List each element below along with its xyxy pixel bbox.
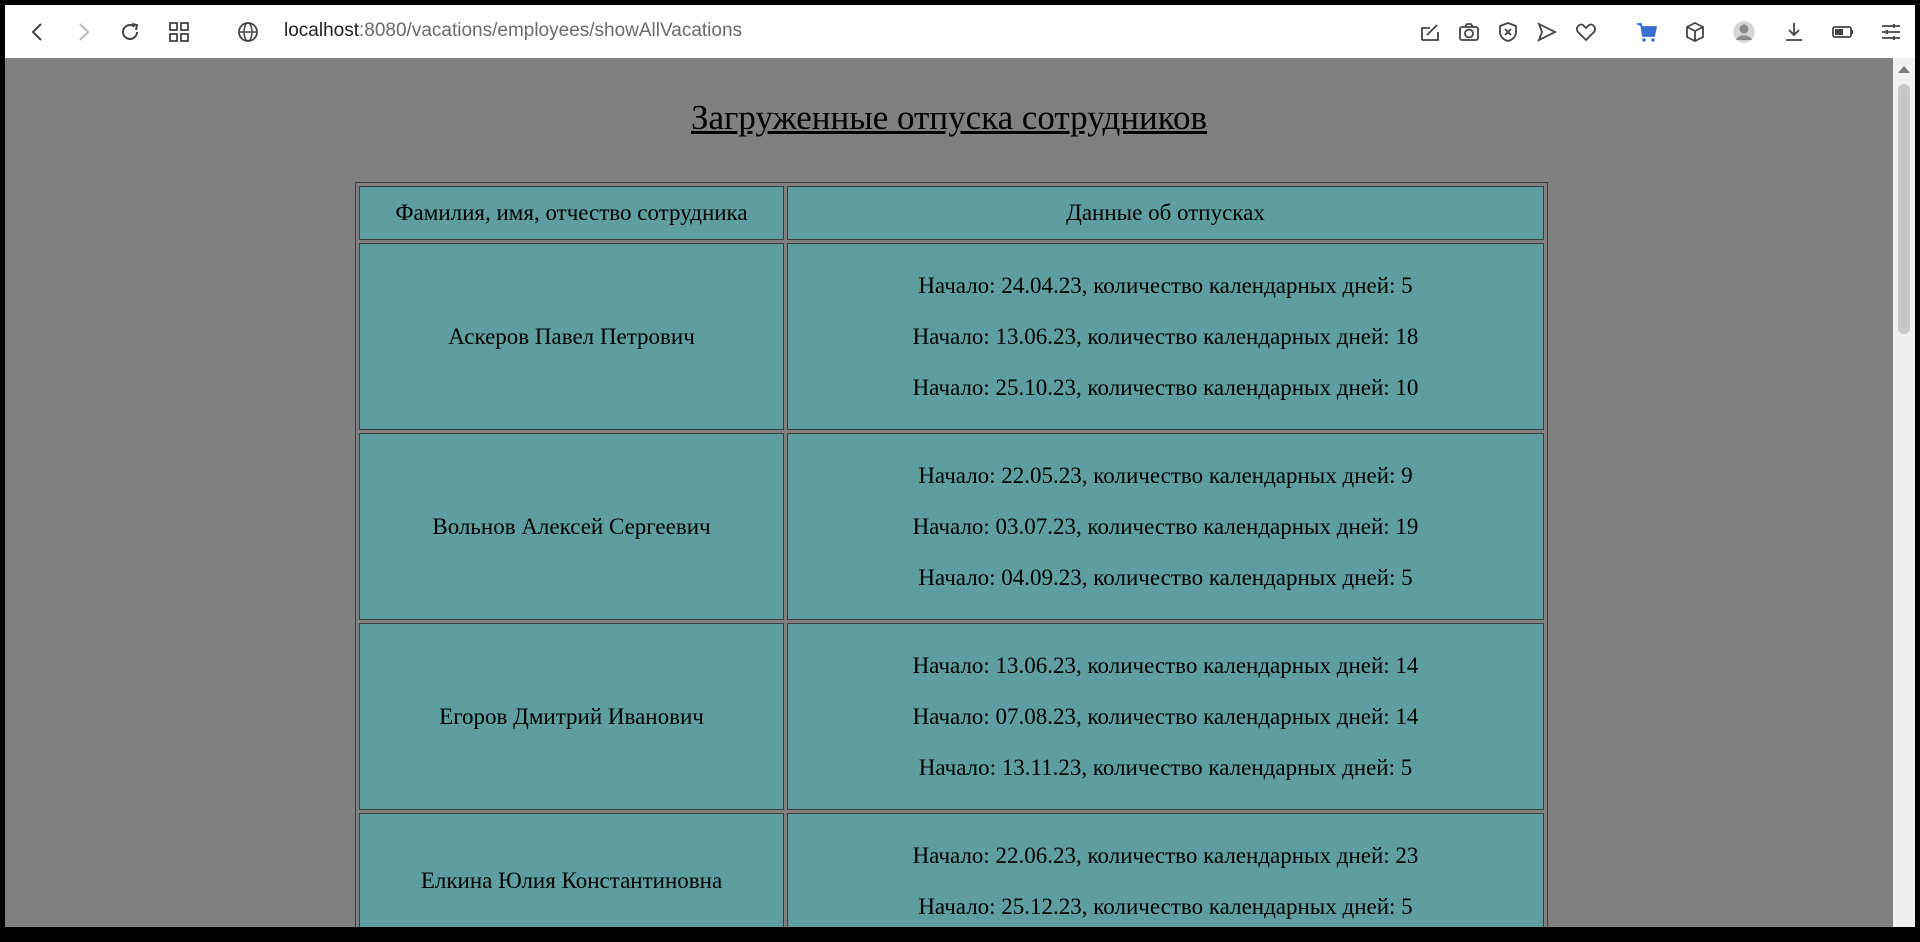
battery-icon[interactable] — [1825, 14, 1861, 50]
browser-window: localhost:8080/vacations/employees/showA… — [5, 5, 1915, 932]
employee-name-cell: Егоров Дмитрий Иванович — [359, 623, 784, 810]
tabs-grid-icon[interactable] — [161, 14, 197, 50]
vacation-entry: Начало: 22.05.23, количество календарных… — [918, 463, 1413, 488]
table-row: Егоров Дмитрий Иванович Начало: 13.06.23… — [359, 623, 1544, 810]
cube-icon[interactable] — [1677, 14, 1713, 50]
url-host: localhost — [284, 20, 359, 41]
vacations-cell: Начало: 24.04.23, количество календарных… — [787, 243, 1544, 430]
employee-name-cell: Елкина Юлия Константиновна — [359, 813, 784, 932]
vacations-cell: Начало: 22.06.23, количество календарных… — [787, 813, 1544, 932]
back-icon[interactable] — [20, 14, 56, 50]
heart-icon[interactable] — [1568, 14, 1604, 50]
page-content: Загруженные отпуска сотрудников Фамилия,… — [5, 58, 1893, 932]
table-row: Елкина Юлия Константиновна Начало: 22.06… — [359, 813, 1544, 932]
column-header-vacations: Данные об отпусках — [787, 186, 1544, 240]
vacation-entry: Начало: 13.06.23, количество календарных… — [912, 324, 1419, 349]
globe-icon[interactable] — [230, 14, 266, 50]
window-bottom-edge — [0, 927, 1920, 942]
table-row: Аскеров Павел Петрович Начало: 24.04.23,… — [359, 243, 1544, 430]
forward-icon[interactable] — [65, 14, 101, 50]
vacation-entry: Начало: 24.04.23, количество календарных… — [918, 273, 1413, 298]
table-row: Вольнов Алексей Сергеевич Начало: 22.05.… — [359, 433, 1544, 620]
table-header-row: Фамилия, имя, отчество сотрудника Данные… — [359, 186, 1544, 240]
vacation-entry: Начало: 04.09.23, количество календарных… — [918, 565, 1413, 590]
vacation-entry: Начало: 25.10.23, количество календарных… — [912, 375, 1419, 400]
employee-name-cell: Аскеров Павел Петрович — [359, 243, 784, 430]
vertical-scrollbar[interactable] — [1893, 58, 1915, 932]
scroll-thumb[interactable] — [1898, 84, 1910, 334]
avatar-icon[interactable] — [1726, 14, 1762, 50]
vacations-cell: Начало: 22.05.23, количество календарных… — [787, 433, 1544, 620]
shield-icon[interactable] — [1490, 14, 1526, 50]
vacations-cell: Начало: 13.06.23, количество календарных… — [787, 623, 1544, 810]
scroll-up-icon[interactable] — [1898, 66, 1910, 73]
browser-toolbar: localhost:8080/vacations/employees/showA… — [5, 5, 1915, 58]
vacations-table: Фамилия, имя, отчество сотрудника Данные… — [355, 182, 1548, 932]
vacation-entry: Начало: 13.06.23, количество календарных… — [912, 653, 1419, 678]
edit-icon[interactable] — [1412, 14, 1448, 50]
url-path: :8080/vacations/employees/showAllVacatio… — [359, 20, 743, 41]
page-title: Загруженные отпуска сотрудников — [690, 98, 1208, 137]
vacation-entry: Начало: 22.06.23, количество календарных… — [912, 843, 1419, 868]
send-icon[interactable] — [1529, 14, 1565, 50]
camera-icon[interactable] — [1451, 14, 1487, 50]
employee-name-cell: Вольнов Алексей Сергеевич — [359, 433, 784, 620]
column-header-employee: Фамилия, имя, отчество сотрудника — [359, 186, 784, 240]
vacation-entry: Начало: 25.12.23, количество календарных… — [918, 894, 1413, 919]
cart-icon[interactable] — [1629, 14, 1665, 50]
menu-icon[interactable] — [1873, 14, 1909, 50]
reload-icon[interactable] — [112, 14, 148, 50]
address-bar[interactable]: localhost:8080/vacations/employees/showA… — [284, 20, 742, 42]
vacation-entry: Начало: 03.07.23, количество календарных… — [912, 514, 1419, 539]
vacation-entry: Начало: 13.11.23, количество календарных… — [918, 755, 1413, 780]
download-icon[interactable] — [1776, 14, 1812, 50]
vacation-entry: Начало: 07.08.23, количество календарных… — [912, 704, 1419, 729]
